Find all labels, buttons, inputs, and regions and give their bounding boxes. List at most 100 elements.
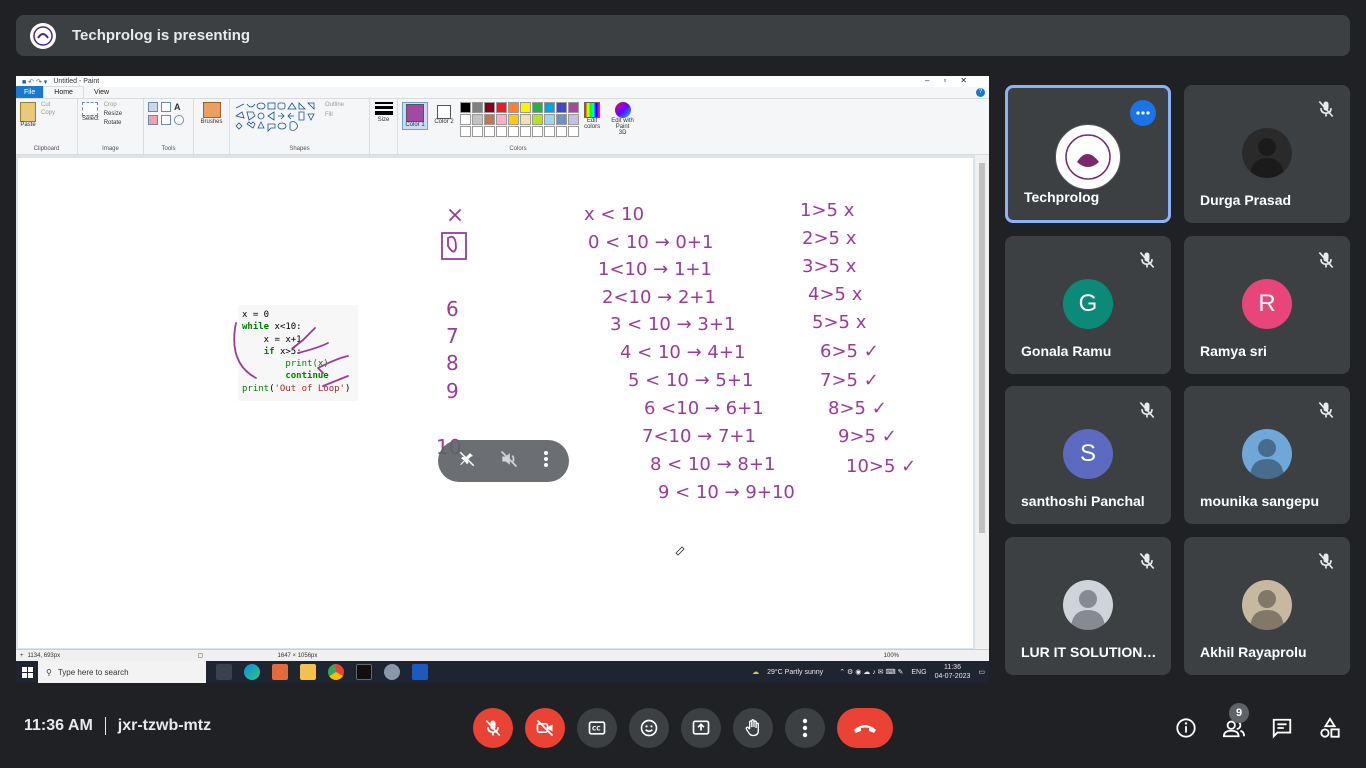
- more-options-icon[interactable]: [543, 450, 549, 473]
- participant-tile[interactable]: Akhil Rayaprolu: [1184, 537, 1350, 675]
- select-button[interactable]: Select: [82, 102, 99, 122]
- terminal-icon[interactable]: [356, 664, 372, 680]
- paint-app-icon[interactable]: [272, 664, 288, 680]
- edit-colors-button[interactable]: Edit colors: [584, 102, 600, 130]
- cut-button[interactable]: Cut: [41, 102, 55, 108]
- palette-swatch[interactable]: [532, 102, 543, 113]
- more-options-button[interactable]: [785, 708, 825, 748]
- participant-tile[interactable]: LUR IT SOLUTIONS...: [1005, 537, 1171, 675]
- help-icon[interactable]: ?: [976, 88, 985, 97]
- palette-swatch[interactable]: [472, 102, 483, 113]
- menu-file[interactable]: File: [16, 86, 44, 98]
- palette-swatch[interactable]: [460, 114, 471, 125]
- participant-tile[interactable]: R Ramya sri: [1184, 236, 1350, 374]
- resize-button[interactable]: Resize: [104, 111, 122, 117]
- magnifier-icon[interactable]: [174, 115, 184, 125]
- palette-swatch[interactable]: [484, 126, 495, 137]
- palette-swatch[interactable]: [484, 102, 495, 113]
- tray-icons[interactable]: ⌃ ⚙ ◉ ☁ ♪ ✉ ⌨ ✎: [839, 668, 903, 676]
- palette-swatch[interactable]: [520, 102, 531, 113]
- people-button[interactable]: 9: [1222, 703, 1249, 743]
- color2-button[interactable]: Color 2: [433, 102, 455, 125]
- palette-swatch[interactable]: [568, 102, 579, 113]
- paste-button[interactable]: Paste: [20, 102, 36, 128]
- taskbar-search[interactable]: ⚲ Type here to search: [38, 661, 206, 683]
- eraser-icon[interactable]: [148, 115, 158, 125]
- palette-swatch[interactable]: [460, 126, 471, 137]
- tile-more-options[interactable]: [1130, 100, 1156, 126]
- participant-tile[interactable]: Durga Prasad: [1184, 85, 1350, 223]
- palette-swatch[interactable]: [472, 114, 483, 125]
- paint3d-button[interactable]: Edit with Paint 3D: [611, 102, 634, 136]
- participant-tile[interactable]: mounika sangepu: [1184, 386, 1350, 524]
- palette-swatch[interactable]: [532, 114, 543, 125]
- task-view-icon[interactable]: [216, 664, 232, 680]
- color1-button[interactable]: Color 1: [402, 102, 428, 130]
- pencil-icon[interactable]: [148, 102, 158, 112]
- palette-swatch[interactable]: [556, 126, 567, 137]
- raise-hand-button[interactable]: [733, 708, 773, 748]
- chat-button[interactable]: [1270, 713, 1294, 743]
- brushes-button[interactable]: Brushes: [198, 102, 225, 125]
- chrome-icon[interactable]: [328, 664, 344, 680]
- reactions-button[interactable]: [629, 708, 669, 748]
- window-controls[interactable]: –▫✕: [925, 76, 981, 85]
- palette-swatch[interactable]: [484, 114, 495, 125]
- picker-icon[interactable]: [161, 115, 171, 125]
- taskbar-clock[interactable]: 11:36 04-07-2023: [935, 663, 971, 681]
- activities-button[interactable]: [1318, 713, 1342, 743]
- fill-dropdown[interactable]: Fill: [325, 112, 344, 118]
- palette-swatch[interactable]: [460, 102, 471, 113]
- crop-button[interactable]: Crop: [104, 102, 122, 108]
- language[interactable]: ENG: [911, 669, 926, 676]
- windows-start-icon[interactable]: [16, 661, 38, 683]
- mic-toggle-button[interactable]: [473, 708, 513, 748]
- palette-swatch[interactable]: [472, 126, 483, 137]
- paint-canvas[interactable]: x = 0 while x<10: x = x+1 if x>5: print(…: [18, 158, 973, 648]
- palette-swatch[interactable]: [508, 102, 519, 113]
- quick-access-icon[interactable]: ■ ↶ ↷ ▾: [22, 78, 47, 86]
- palette-swatch[interactable]: [532, 126, 543, 137]
- palette-swatch[interactable]: [556, 114, 567, 125]
- participant-tile[interactable]: Ssanthoshi Panchal: [1005, 386, 1171, 524]
- palette-swatch[interactable]: [520, 114, 531, 125]
- leave-call-button[interactable]: [837, 708, 893, 748]
- outline-dropdown[interactable]: Outline: [325, 102, 344, 108]
- file-explorer-icon[interactable]: [300, 664, 316, 680]
- palette-swatch[interactable]: [496, 102, 507, 113]
- unpin-icon[interactable]: [458, 450, 476, 473]
- palette-swatch[interactable]: [508, 114, 519, 125]
- palette-swatch[interactable]: [568, 126, 579, 137]
- canvas-scrollbar[interactable]: [975, 155, 989, 649]
- palette-swatch[interactable]: [556, 102, 567, 113]
- palette-swatch[interactable]: [544, 102, 555, 113]
- copy-button[interactable]: Copy: [41, 110, 55, 116]
- color-palette[interactable]: [460, 102, 579, 137]
- menu-view[interactable]: View: [84, 86, 119, 98]
- fill-icon[interactable]: [161, 102, 171, 112]
- python-icon[interactable]: [412, 664, 428, 680]
- palette-swatch[interactable]: [508, 126, 519, 137]
- app-icon[interactable]: [384, 664, 400, 680]
- participant-tile[interactable]: Techprolog: [1005, 85, 1171, 223]
- size-button[interactable]: Size: [374, 102, 393, 123]
- mute-audio-icon[interactable]: [499, 449, 519, 474]
- shapes-gallery[interactable]: [234, 102, 320, 132]
- palette-swatch[interactable]: [544, 114, 555, 125]
- edge-icon[interactable]: [244, 664, 260, 680]
- meeting-code[interactable]: jxr-tzwb-mtz: [118, 717, 211, 735]
- palette-swatch[interactable]: [520, 126, 531, 137]
- text-icon[interactable]: A: [174, 102, 181, 112]
- menu-home[interactable]: Home: [43, 86, 84, 98]
- notification-icon[interactable]: ▭: [978, 668, 985, 676]
- palette-swatch[interactable]: [544, 126, 555, 137]
- palette-swatch[interactable]: [496, 114, 507, 125]
- captions-button[interactable]: CC: [577, 708, 617, 748]
- participant-tile[interactable]: G Gonala Ramu: [1005, 236, 1171, 374]
- palette-swatch[interactable]: [568, 114, 579, 125]
- present-button[interactable]: [681, 708, 721, 748]
- meeting-details-button[interactable]: [1174, 713, 1198, 743]
- rotate-button[interactable]: Rotate: [104, 120, 122, 126]
- camera-toggle-button[interactable]: [525, 708, 565, 748]
- palette-swatch[interactable]: [496, 126, 507, 137]
